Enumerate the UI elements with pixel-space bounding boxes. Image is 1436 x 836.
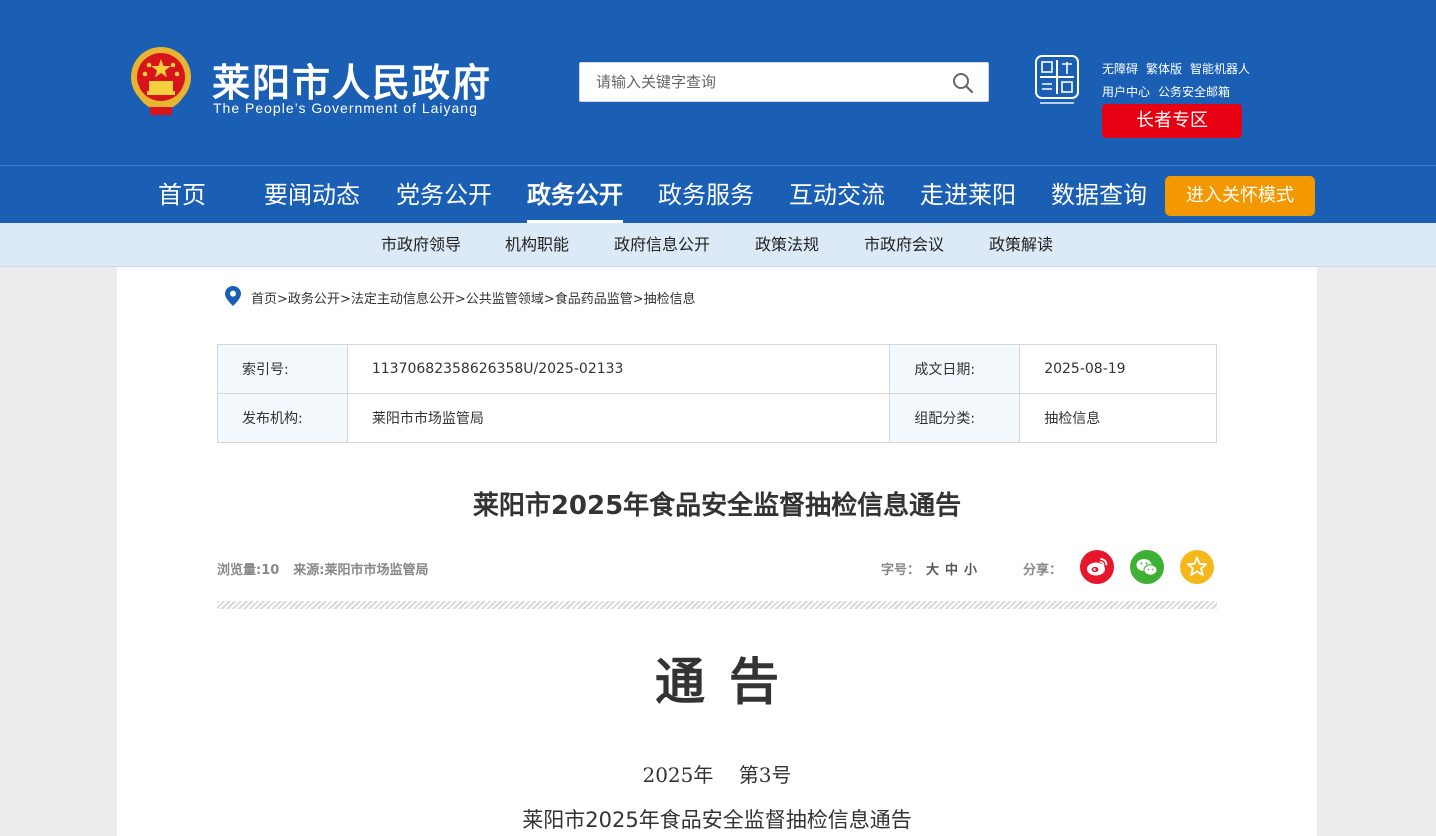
font-size-label: 字号： bbox=[881, 563, 921, 578]
font-size-small[interactable]: 小 bbox=[964, 563, 977, 578]
search-icon[interactable] bbox=[952, 72, 974, 94]
site-subtitle: The People’s Government of Laiyang bbox=[213, 100, 478, 116]
content-panel: 首页>政务公开>法定主动信息公开>公共监管领域>食品药品监管>抽检信息 索引号:… bbox=[117, 267, 1317, 836]
subnav-item-info-disclosure[interactable]: 政府信息公开 bbox=[614, 223, 710, 267]
article-title: 莱阳市2025年食品安全监督抽检信息通告 bbox=[472, 491, 962, 521]
yantai-china-seal-icon bbox=[1035, 55, 1079, 104]
date-value: 2025-08-19 bbox=[1019, 344, 1217, 394]
wechat-share-button[interactable] bbox=[1130, 550, 1164, 584]
subnav-item-meetings[interactable]: 市政府会议 bbox=[864, 223, 944, 267]
care-mode-button[interactable]: 进入关怀模式 bbox=[1165, 176, 1315, 216]
smart-robot-link[interactable]: 智能机器人 bbox=[1190, 62, 1250, 76]
weibo-icon bbox=[1087, 558, 1108, 576]
table-row: 发布机构: 莱阳市市场监管局 组配分类: 抽检信息 bbox=[217, 393, 1217, 443]
view-count: 浏览量:10 bbox=[217, 563, 280, 578]
nav-item-gov-services[interactable]: 政务服务 bbox=[658, 166, 754, 224]
share-label: 分享： bbox=[1023, 563, 1063, 578]
table-row: 索引号: 11370682358626358U/2025-02133 成文日期:… bbox=[217, 344, 1217, 394]
subnav-item-policy-interpretation[interactable]: 政策解读 bbox=[989, 223, 1053, 267]
top-links: 无障碍 繁体版 智能机器人 用户中心 公务安全邮箱 bbox=[1102, 60, 1258, 106]
breadcrumb-public-supervision[interactable]: 公共监管领域 bbox=[466, 292, 544, 307]
accessibility-link[interactable]: 无障碍 bbox=[1102, 62, 1138, 76]
breadcrumb-inspection-info[interactable]: 抽检信息 bbox=[644, 292, 696, 307]
nav-item-party-affairs[interactable]: 党务公开 bbox=[396, 166, 492, 224]
subnav-item-policies[interactable]: 政策法规 bbox=[755, 223, 819, 267]
official-mail-link[interactable]: 公务安全邮箱 bbox=[1158, 85, 1230, 99]
site-header: 莱阳市人民政府 The People’s Government of Laiya… bbox=[0, 0, 1436, 165]
nav-item-home[interactable]: 首页 bbox=[158, 166, 206, 224]
location-pin-icon bbox=[225, 286, 241, 306]
user-center-link[interactable]: 用户中心 bbox=[1102, 85, 1150, 99]
breadcrumb-home[interactable]: 首页 bbox=[251, 292, 277, 307]
breadcrumb: 首页>政务公开>法定主动信息公开>公共监管领域>食品药品监管>抽检信息 bbox=[251, 292, 696, 307]
site-title: 莱阳市人民政府 bbox=[212, 61, 493, 105]
nav-item-news[interactable]: 要闻动态 bbox=[264, 166, 360, 224]
striped-divider bbox=[217, 601, 1217, 609]
nav-item-data-query[interactable]: 数据查询 bbox=[1051, 166, 1147, 224]
article-info: 浏览量:10 来源:莱阳市市场监管局 bbox=[217, 559, 443, 578]
search-box bbox=[579, 62, 989, 102]
nav-item-about-laiyang[interactable]: 走进莱阳 bbox=[920, 166, 1016, 224]
publisher-label: 发布机构: bbox=[217, 393, 348, 443]
notice-subtitle: 莱阳市2025年食品安全监督抽检信息通告 bbox=[522, 808, 912, 832]
index-label: 索引号: bbox=[217, 344, 348, 394]
main-nav: 首页 要闻动态 党务公开 政务公开 政务服务 互动交流 走进莱阳 数据查询 进入… bbox=[0, 165, 1436, 223]
wechat-icon bbox=[1136, 559, 1158, 576]
elder-zone-button[interactable]: 长者专区 bbox=[1102, 104, 1242, 138]
weibo-share-button[interactable] bbox=[1080, 550, 1114, 584]
national-emblem-icon bbox=[131, 47, 191, 115]
font-size-control: 字号： 大中小 bbox=[881, 559, 977, 578]
notice-heading: 通告 bbox=[655, 652, 803, 711]
traditional-chinese-link[interactable]: 繁体版 bbox=[1146, 62, 1182, 76]
subnav-item-functions[interactable]: 机构职能 bbox=[505, 223, 569, 267]
font-size-large[interactable]: 大 bbox=[926, 563, 939, 578]
metadata-table: 索引号: 11370682358626358U/2025-02133 成文日期:… bbox=[217, 344, 1217, 443]
subnav-item-leaders[interactable]: 市政府领导 bbox=[381, 223, 461, 267]
search-input[interactable] bbox=[580, 63, 940, 101]
category-label: 组配分类: bbox=[889, 393, 1021, 443]
index-value: 11370682358626358U/2025-02133 bbox=[346, 344, 891, 394]
nav-item-interaction[interactable]: 互动交流 bbox=[789, 166, 885, 224]
notice-number: 2025年 第3号 bbox=[642, 763, 792, 787]
article-source: 来源:莱阳市市场监管局 bbox=[293, 563, 429, 578]
breadcrumb-statutory-disclosure[interactable]: 法定主动信息公开 bbox=[351, 292, 455, 307]
breadcrumb-food-drug[interactable]: 食品药品监管 bbox=[555, 292, 633, 307]
sub-nav: 市政府领导 机构职能 政府信息公开 政策法规 市政府会议 政策解读 bbox=[0, 223, 1436, 267]
favorite-icon bbox=[1186, 556, 1208, 576]
nav-item-gov-affairs[interactable]: 政务公开 bbox=[527, 166, 623, 224]
category-value: 抽检信息 bbox=[1019, 393, 1217, 443]
date-label: 成文日期: bbox=[889, 344, 1021, 394]
publisher-value: 莱阳市市场监管局 bbox=[346, 393, 891, 443]
breadcrumb-gov-affairs[interactable]: 政务公开 bbox=[288, 292, 340, 307]
font-size-medium[interactable]: 中 bbox=[945, 563, 958, 578]
favorite-share-button[interactable] bbox=[1180, 550, 1214, 584]
